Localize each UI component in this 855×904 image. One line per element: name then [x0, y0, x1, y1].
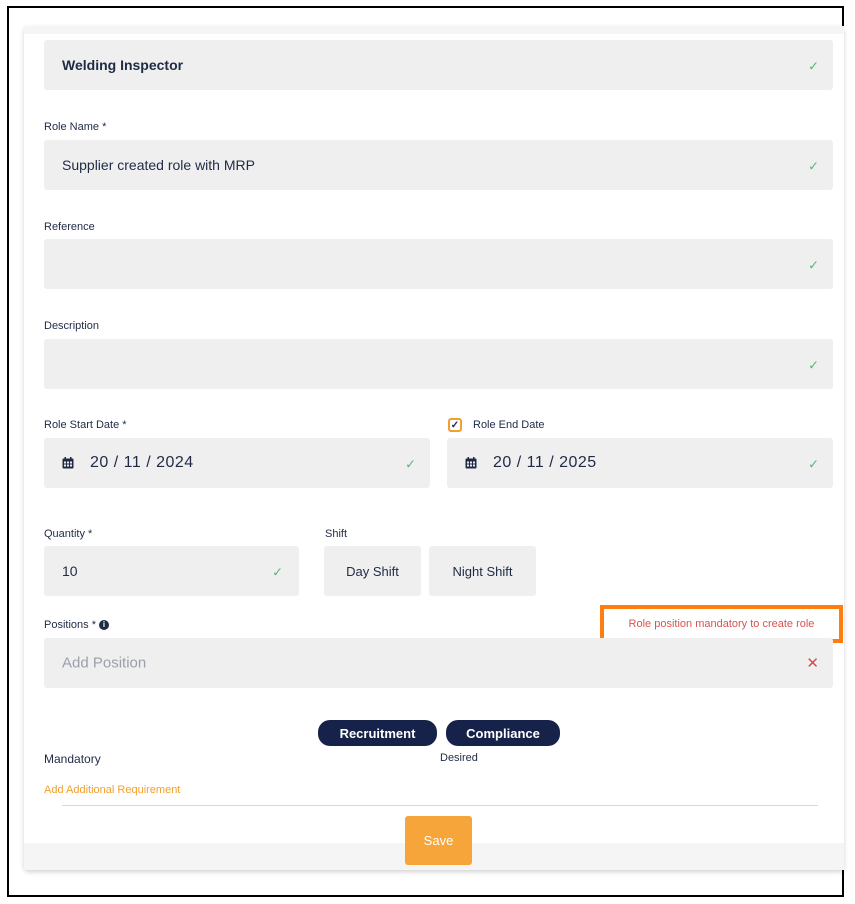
description-label: Description [44, 320, 100, 332]
role-type-value: Welding Inspector [62, 57, 184, 73]
tag-recruitment[interactable]: Recruitment [318, 720, 437, 746]
cross-icon: ✕ [806, 655, 819, 672]
info-icon[interactable]: i [98, 620, 109, 631]
divider [62, 805, 818, 806]
end-date-label: Role End Date [473, 419, 545, 431]
tag-compliance[interactable]: Compliance [446, 720, 560, 746]
day-shift-button[interactable]: Day Shift [324, 546, 421, 596]
reference-input[interactable]: ✓ [44, 239, 833, 289]
end-date-checkbox[interactable]: ✓ [448, 418, 462, 432]
description-input[interactable]: ✓ [44, 339, 833, 389]
desired-label: Desired [440, 752, 478, 764]
role-name-label: Role Name * [44, 121, 107, 133]
check-icon: ✓ [808, 257, 819, 273]
add-requirement-link[interactable]: Add Additional Requirement [44, 784, 180, 796]
role-type-field[interactable]: Welding Inspector ✓ [44, 40, 833, 90]
card-top-strip [24, 26, 844, 34]
positions-label: Positions * [44, 619, 96, 631]
save-button[interactable]: Save [405, 816, 472, 865]
end-date-input[interactable]: 20 / 11 / 2025 ✓ [447, 438, 833, 488]
reference-label: Reference [44, 221, 95, 233]
shift-label: Shift [325, 528, 348, 540]
positions-label-wrap: Positions * i [44, 619, 109, 631]
positions-input[interactable]: Add Position ✕ [44, 638, 833, 688]
check-icon: ✓ [808, 357, 819, 373]
quantity-input[interactable]: 10 ✓ [44, 546, 299, 596]
mandatory-label: Mandatory [44, 752, 101, 766]
end-date-value: 20 / 11 / 2025 [493, 454, 597, 471]
quantity-label: Quantity * [44, 528, 93, 540]
role-name-value: Supplier created role with MRP [62, 157, 255, 173]
check-icon: ✓ [808, 58, 819, 74]
night-shift-button[interactable]: Night Shift [429, 546, 536, 596]
check-icon: ✓ [808, 158, 819, 174]
start-date-input[interactable]: 20 / 11 / 2024 ✓ [44, 438, 430, 488]
start-date-label: Role Start Date * [44, 419, 127, 431]
calendar-icon [62, 457, 74, 469]
quantity-value: 10 [62, 563, 78, 579]
start-date-value: 20 / 11 / 2024 [90, 454, 194, 471]
positions-placeholder: Add Position [62, 654, 147, 672]
check-icon: ✓ [272, 564, 283, 580]
check-icon: ✓ [808, 456, 819, 472]
calendar-icon [465, 457, 477, 469]
role-name-input[interactable]: Supplier created role with MRP ✓ [44, 140, 833, 190]
check-icon: ✓ [405, 456, 416, 472]
